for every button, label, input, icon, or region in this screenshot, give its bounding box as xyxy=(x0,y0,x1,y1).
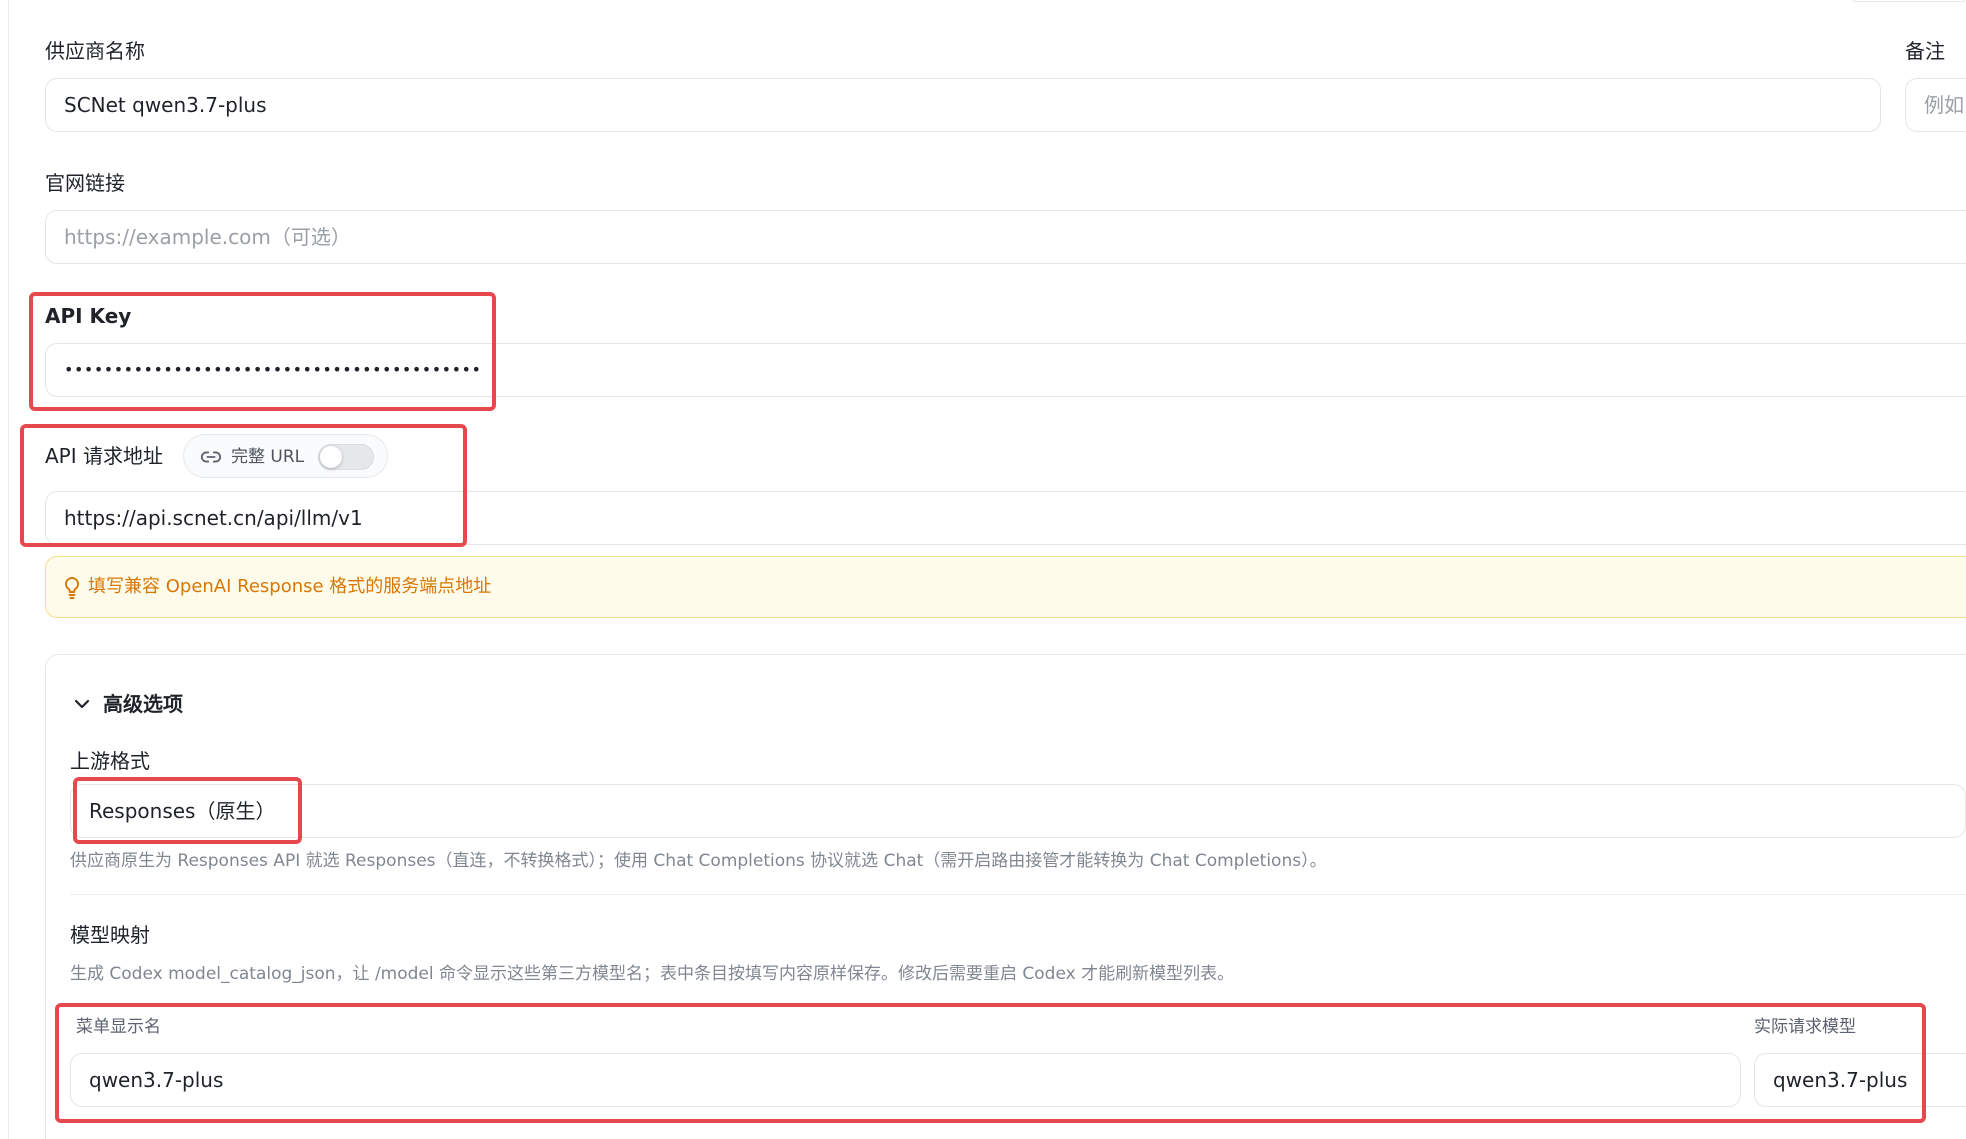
section-divider xyxy=(70,894,1966,895)
lightbulb-icon xyxy=(64,576,80,599)
upstream-format-label: 上游格式 xyxy=(70,749,150,773)
top-control-edge xyxy=(1852,0,1966,2)
full-url-toggle[interactable]: 完整 URL xyxy=(183,434,388,478)
website-label: 官网链接 xyxy=(45,171,125,195)
left-divider xyxy=(8,0,9,1139)
full-url-switch[interactable] xyxy=(318,444,374,470)
upstream-format-hint: 供应商原生为 Responses API 就选 Responses（直连，不转换… xyxy=(70,851,1327,871)
link-icon xyxy=(200,451,222,463)
full-url-toggle-label: 完整 URL xyxy=(231,447,305,467)
api-url-label: API 请求地址 xyxy=(45,444,163,468)
model-mapping-hint: 生成 Codex model_catalog_json，让 /model 命令显… xyxy=(70,964,1235,984)
chevron-down-icon[interactable] xyxy=(72,694,92,714)
menu-name-header: 菜单显示名 xyxy=(76,1017,161,1037)
advanced-options-title[interactable]: 高级选项 xyxy=(103,692,183,716)
provider-name-input[interactable]: SCNet qwen3.7-plus xyxy=(45,78,1881,132)
note-label: 备注 xyxy=(1905,39,1945,63)
actual-model-header: 实际请求模型 xyxy=(1754,1017,1856,1037)
tip-text: 填写兼容 OpenAI Response 格式的服务端点地址 xyxy=(88,576,492,597)
api-key-label: API Key xyxy=(45,304,132,328)
provider-config-page: 供应商名称 SCNet qwen3.7-plus 备注 例如 官网链接 http… xyxy=(0,0,1966,1139)
upstream-format-select[interactable]: Responses（原生） xyxy=(70,784,1966,838)
menu-name-input[interactable]: qwen3.7-plus xyxy=(70,1053,1741,1107)
note-input[interactable]: 例如 xyxy=(1905,78,1966,132)
switch-knob xyxy=(320,446,342,468)
model-mapping-label: 模型映射 xyxy=(70,923,150,947)
actual-model-input[interactable]: qwen3.7-plus xyxy=(1754,1053,1966,1107)
api-key-input[interactable]: ••••••••••••••••••••••••••••••••••••••••… xyxy=(45,343,1966,397)
api-url-input[interactable]: https://api.scnet.cn/api/llm/v1 xyxy=(45,491,1966,545)
endpoint-tip: 填写兼容 OpenAI Response 格式的服务端点地址 xyxy=(45,556,1966,618)
website-input[interactable]: https://example.com（可选） xyxy=(45,210,1966,264)
provider-name-label: 供应商名称 xyxy=(45,39,145,63)
